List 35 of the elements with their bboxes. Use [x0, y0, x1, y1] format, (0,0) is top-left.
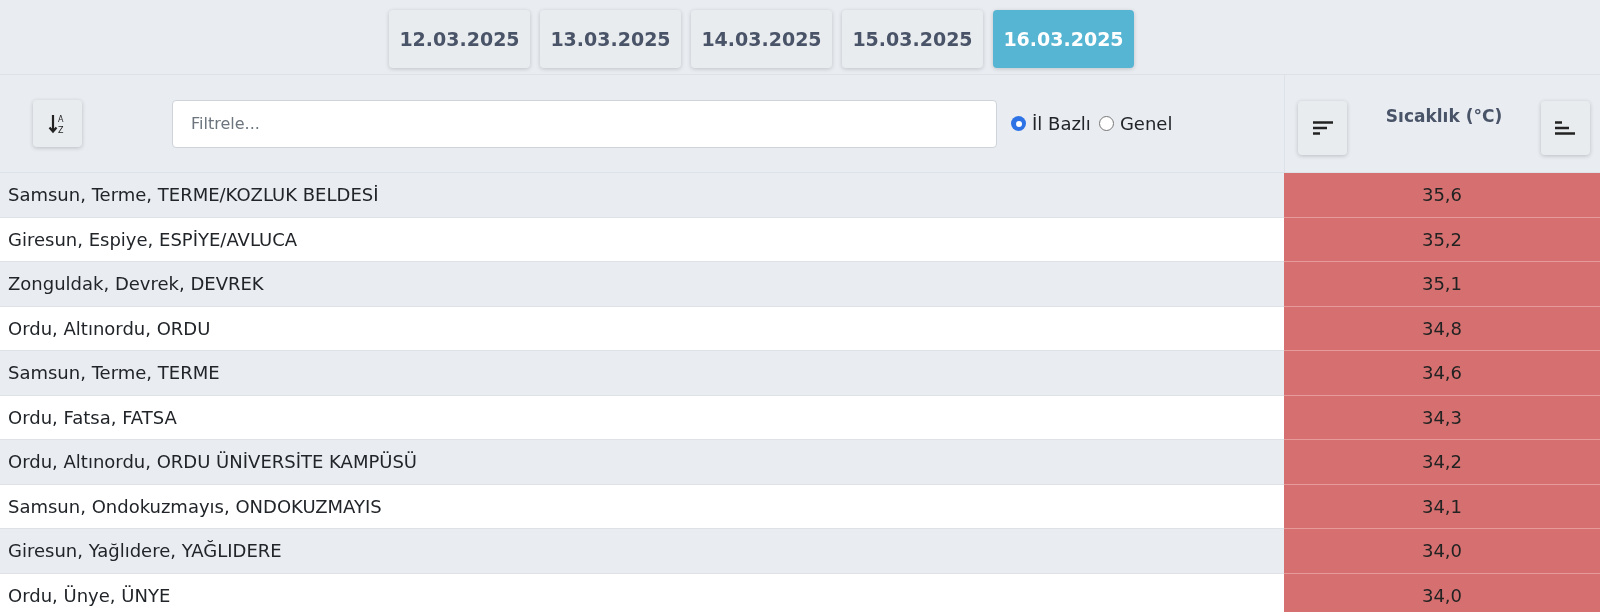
date-tab[interactable]: 14.03.2025 [691, 10, 832, 68]
location-cell: Giresun, Yağlıdere, YAĞLIDERE [0, 529, 1284, 574]
location-cell: Zonguldak, Devrek, DEVREK [0, 262, 1284, 307]
temperature-cell: 34,6 [1284, 351, 1600, 396]
date-tab[interactable]: 12.03.2025 [389, 10, 530, 68]
temperature-cell: 35,2 [1284, 217, 1600, 262]
sort-ascending-button[interactable] [1541, 101, 1590, 155]
sort-ascending-icon [1555, 121, 1576, 135]
location-cell: Giresun, Espiye, ESPİYE/AVLUCA [0, 217, 1284, 262]
location-cell: Ordu, Ünye, ÜNYE [0, 573, 1284, 612]
location-cell: Samsun, Ondokuzmayıs, ONDOKUZMAYIS [0, 484, 1284, 529]
location-cell: Samsun, Terme, TERME [0, 351, 1284, 396]
radio-button[interactable] [1011, 116, 1026, 131]
temperature-cell: 34,8 [1284, 306, 1600, 351]
location-cell: Ordu, Altınordu, ORDU ÜNİVERSİTE KAMPÜSÜ [0, 440, 1284, 485]
scope-radio[interactable]: Genel [1098, 113, 1173, 134]
date-tab[interactable]: 15.03.2025 [842, 10, 983, 68]
temperature-cell: 34,3 [1284, 395, 1600, 440]
temperature-cell: 34,0 [1284, 573, 1600, 612]
scope-radio[interactable]: İl Bazlı [1011, 113, 1091, 134]
temperature-cell: 34,0 [1284, 529, 1600, 574]
location-cell: Ordu, Fatsa, FATSA [0, 395, 1284, 440]
location-cell: Ordu, Altınordu, ORDU [0, 306, 1284, 351]
location-cell: Samsun, Terme, TERME/KOZLUK BELDESİ [0, 173, 1284, 218]
temperature-cell: 35,6 [1284, 173, 1600, 218]
temperature-cell: 34,1 [1284, 484, 1600, 529]
temperature-cell: 34,2 [1284, 440, 1600, 485]
date-tab[interactable]: 13.03.2025 [540, 10, 681, 68]
column-header: Sıcaklık (°C) [1385, 106, 1503, 126]
filter-field[interactable]: Filtrele... [172, 99, 997, 148]
sort-descending-button[interactable] [1298, 101, 1347, 155]
radio-button[interactable] [1098, 116, 1114, 131]
sort-descending-icon [1312, 121, 1333, 135]
sort-alpha-button[interactable]: A Z [33, 100, 82, 147]
temperature-cell: 35,1 [1284, 262, 1600, 307]
